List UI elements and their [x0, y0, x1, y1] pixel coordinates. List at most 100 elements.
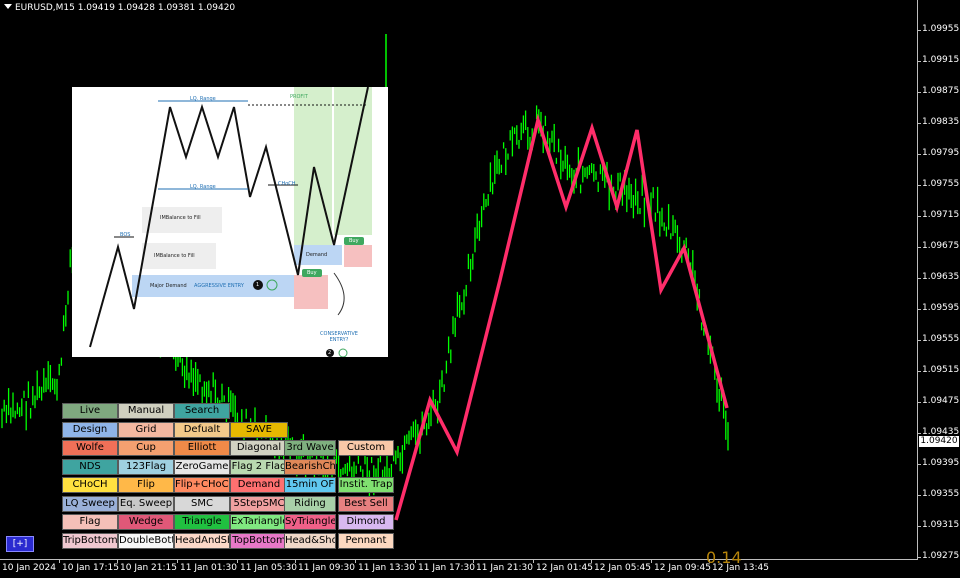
price-tick: 1.09715	[916, 210, 960, 220]
pattern-button-15min-of[interactable]: 15min OF	[284, 477, 336, 493]
time-tick: 10 Jan 21:15	[117, 559, 177, 573]
time-tick: 10 Jan 17:15	[59, 559, 119, 573]
pattern-button-manual[interactable]: Manual	[118, 403, 174, 419]
time-tick: 11 Jan 05:30	[237, 559, 297, 573]
price-tick: 1.09835	[916, 117, 960, 127]
imbalance-label-2: IMBalance to Fill	[154, 253, 195, 259]
pattern-button-tripbottom[interactable]: TripBottom	[62, 532, 118, 549]
price-tick: 1.09795	[916, 148, 960, 158]
lq-range-mid-label: LQ. Range	[190, 184, 216, 190]
pattern-button-design[interactable]: Design	[62, 421, 118, 438]
pattern-button-flag-2-flag[interactable]: Flag 2 Flag	[230, 458, 288, 475]
pattern-button-pennant[interactable]: Pennant	[338, 532, 394, 549]
pattern-button-3rd-wave[interactable]: 3rd Wave	[284, 440, 336, 456]
time-tick: 11 Jan 09:30	[295, 559, 355, 573]
illustration-drawing	[89, 87, 372, 357]
choch-label: CHoCH	[278, 181, 296, 187]
dropdown-triangle-icon[interactable]	[4, 4, 12, 9]
step-2-number: 2	[328, 350, 332, 356]
pattern-button-nds[interactable]: NDS	[62, 458, 118, 475]
pattern-button-instit-trap[interactable]: Instit. Trap	[338, 477, 394, 493]
pattern-button-defualt[interactable]: Defualt	[174, 421, 230, 438]
faded-label: 0.14	[706, 548, 742, 567]
price-tick: 1.09475	[916, 396, 960, 406]
conservative-arrow	[333, 272, 345, 316]
price-tick: 1.09515	[916, 365, 960, 375]
price-tick: 1.09595	[916, 303, 960, 313]
step-1-number: 1	[256, 282, 260, 288]
pattern-button-demand[interactable]: Demand	[230, 477, 288, 493]
price-tick: 1.09675	[916, 241, 960, 251]
price-tick: 1.09915	[916, 55, 960, 65]
symbol-line: EURUSD,M15 1.09419 1.09428 1.09381 1.094…	[15, 3, 236, 13]
price-tick: 1.09875	[916, 86, 960, 96]
buy-label-1: Buy	[307, 270, 317, 276]
pattern-button-headandshoulder[interactable]: HeadAndShoulder	[174, 532, 230, 549]
stop-zone-1	[294, 275, 328, 309]
pattern-button-flip[interactable]: Flip	[118, 477, 174, 493]
pattern-button-cup[interactable]: Cup	[118, 440, 174, 456]
pattern-button-grid[interactable]: Grid	[118, 421, 174, 438]
profit-label: PROFIT	[290, 94, 308, 100]
time-tick: 12 Jan 01:45	[533, 559, 593, 573]
price-tick: 1.09755	[916, 179, 960, 189]
pattern-button-smc[interactable]: SMC	[174, 495, 230, 512]
time-tick: 11 Jan 21:30	[473, 559, 533, 573]
price-tick: 1.09395	[916, 458, 960, 468]
pattern-button-diagonal[interactable]: Diagonal	[230, 440, 288, 456]
time-tick: 12 Jan 05:45	[591, 559, 651, 573]
pattern-button-flag[interactable]: Flag	[62, 514, 118, 530]
pattern-button-lq-sweep[interactable]: LQ Sweep	[62, 495, 118, 512]
bos-label: BOS	[120, 232, 131, 238]
pattern-button-topbottom[interactable]: TopBottom	[230, 532, 288, 549]
price-tick: 1.09355	[916, 489, 960, 499]
pattern-button-wolfe[interactable]: Wolfe	[62, 440, 118, 456]
pattern-button-eq-sweep[interactable]: Eq. Sweep	[118, 495, 174, 512]
lq-range-top-label: LQ. Range	[190, 96, 216, 102]
price-tick: 1.09315	[916, 520, 960, 530]
pattern-button-5stepsmc[interactable]: 5StepSMC	[230, 495, 288, 512]
pattern-button-flip-choch[interactable]: Flip+CHoCH	[174, 477, 230, 493]
stop-zone-2	[344, 245, 372, 267]
panel-toggle-button[interactable]: [+]	[6, 536, 34, 552]
time-tick: 11 Jan 17:30	[415, 559, 475, 573]
conservative-entry-label: CONSERVATIVE ENTRY?	[320, 331, 358, 343]
pattern-button-wedge[interactable]: Wedge	[118, 514, 174, 530]
demand-label: Demand	[306, 252, 328, 258]
pattern-button-head-shoulder[interactable]: Head&Shoulder	[284, 532, 336, 549]
time-tick: 11 Jan 13:30	[355, 559, 415, 573]
buy-label-2: Buy	[349, 238, 359, 244]
aggressive-entry-label: AGGRESSIVE ENTRY	[194, 283, 244, 289]
pattern-button-123flag[interactable]: 123Flag	[118, 458, 174, 475]
check-icon-2	[338, 348, 348, 357]
price-tick: 1.09275	[916, 551, 960, 561]
pattern-button-best-sell[interactable]: Best Sell	[338, 495, 394, 512]
pattern-button-extariangle[interactable]: ExTariangle	[230, 514, 288, 530]
price-tick: 1.09555	[916, 334, 960, 344]
profit-zone-1	[294, 87, 332, 245]
time-tick: 11 Jan 01:30	[177, 559, 237, 573]
pattern-button-live[interactable]: Live	[62, 403, 118, 419]
pattern-button-elliott[interactable]: Elliott	[174, 440, 230, 456]
major-demand-label: Major Demand	[150, 283, 187, 289]
time-tick: 12 Jan 09:45	[651, 559, 711, 573]
strategy-illustration: LQ. Range LQ. Range PROFIT CHoCH BOS IMB…	[72, 87, 388, 357]
pattern-button-custom[interactable]: Custom	[338, 440, 394, 456]
pattern-button-sytriangle[interactable]: SyTriangle	[284, 514, 336, 530]
time-tick: 10 Jan 2024	[0, 559, 56, 573]
pattern-button-riding[interactable]: Riding	[284, 495, 336, 512]
pattern-button-save[interactable]: SAVE	[230, 421, 288, 438]
price-tick: 1.09955	[916, 24, 960, 34]
pattern-button-doublebottom[interactable]: DoubleBottom	[118, 532, 174, 549]
imbalance-label-1: IMBalance to Fill	[160, 215, 201, 221]
price-tick: 1.09635	[916, 272, 960, 282]
chart-window: EURUSD,M15 1.09419 1.09428 1.09381 1.094…	[0, 0, 960, 578]
pattern-button-bearishchoch[interactable]: BearishChoch	[284, 458, 336, 475]
pattern-button-dimond[interactable]: Dimond	[338, 514, 394, 530]
pattern-button-triangle[interactable]: Triangle	[174, 514, 230, 530]
current-price-tag: 1.09420	[919, 436, 959, 447]
pattern-button-choch[interactable]: CHoCH	[62, 477, 118, 493]
pattern-button-search[interactable]: Search	[174, 403, 230, 419]
pattern-button-zerogame[interactable]: ZeroGame	[174, 458, 230, 475]
symbol-header: EURUSD,M15 1.09419 1.09428 1.09381 1.094…	[4, 3, 235, 13]
